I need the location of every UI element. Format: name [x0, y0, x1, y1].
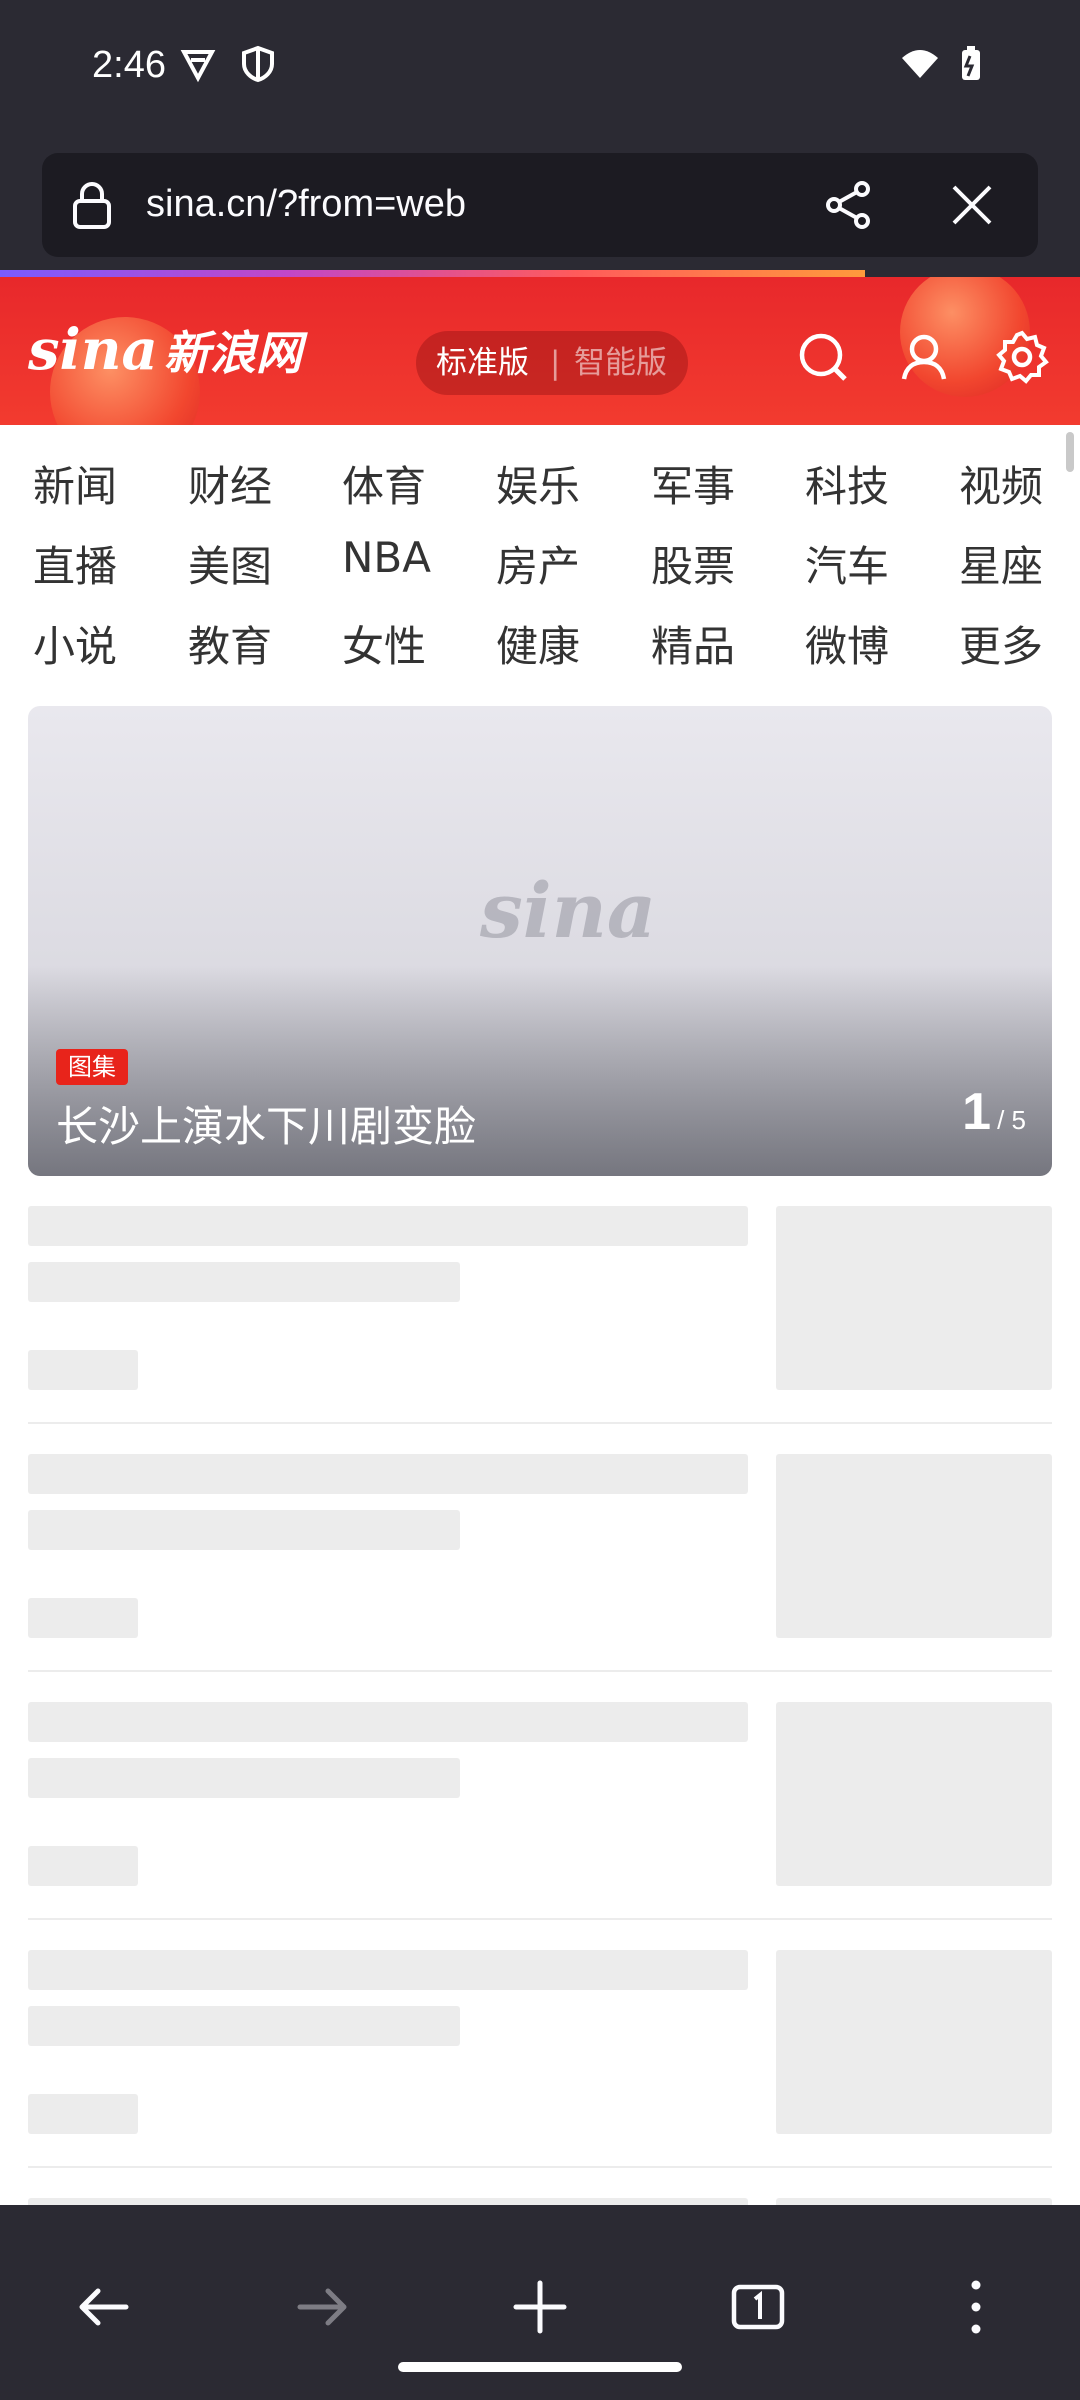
- share-icon[interactable]: [822, 179, 874, 231]
- nav-item-news[interactable]: 新闻: [33, 453, 173, 514]
- hero-title[interactable]: 长沙上演水下川剧变脸: [56, 1093, 476, 1154]
- close-icon[interactable]: [948, 181, 996, 229]
- nav-item-video[interactable]: 视频: [959, 453, 1080, 514]
- tabs-icon[interactable]: [726, 2275, 790, 2339]
- wifi-icon: [902, 50, 938, 78]
- new-tab-icon[interactable]: [508, 2275, 572, 2339]
- page-total: / 5: [997, 1105, 1026, 1135]
- status-bar: 2:46: [0, 0, 1080, 140]
- nav-item-tech[interactable]: 科技: [805, 453, 945, 514]
- sina-watermark: sina: [480, 866, 657, 955]
- nav-item-weibo[interactable]: 微博: [805, 613, 945, 674]
- lock-icon[interactable]: [70, 181, 114, 231]
- scrollbar[interactable]: [1066, 432, 1074, 472]
- page-current: 1: [962, 1083, 992, 1141]
- menu-icon[interactable]: [944, 2275, 1008, 2339]
- nav-item-stocks[interactable]: 股票: [651, 533, 791, 594]
- forward-icon[interactable]: [290, 2275, 354, 2339]
- nav-item-featured[interactable]: 精品: [651, 613, 791, 674]
- nav-item-auto[interactable]: 汽车: [805, 533, 945, 594]
- nav-item-live[interactable]: 直播: [33, 533, 173, 594]
- settings-icon[interactable]: [994, 329, 1050, 385]
- home-indicator[interactable]: [398, 2362, 682, 2372]
- nav-item-astrology[interactable]: 星座: [959, 533, 1080, 594]
- nav-item-education[interactable]: 教育: [188, 613, 328, 674]
- status-time: 2:46: [92, 44, 166, 86]
- page-load-progress: [0, 270, 865, 277]
- nav-item-health[interactable]: 健康: [496, 613, 636, 674]
- back-icon[interactable]: [72, 2275, 136, 2339]
- hero-gallery-card[interactable]: sina 图集 长沙上演水下川剧变脸 1/ 5: [28, 706, 1052, 1176]
- shield-icon: [242, 45, 274, 83]
- sina-header: sina 新浪网 标准版 | 智能版: [0, 277, 1080, 425]
- nav-item-house[interactable]: 房产: [496, 533, 636, 594]
- nav-item-novel[interactable]: 小说: [33, 613, 173, 674]
- battery-icon: [962, 46, 980, 80]
- version-switch[interactable]: 标准版 | 智能版: [416, 331, 688, 395]
- version-separator: |: [550, 345, 561, 381]
- url-text[interactable]: sina.cn/?from=web: [146, 183, 466, 226]
- gallery-tag: 图集: [56, 1049, 128, 1085]
- nav-item-photos[interactable]: 美图: [188, 533, 328, 594]
- version-smart[interactable]: 智能版: [574, 331, 667, 395]
- browser-toolbar-top: sina.cn/?from=web: [0, 140, 1080, 270]
- search-icon[interactable]: [795, 329, 851, 385]
- nav-item-sports[interactable]: 体育: [342, 453, 482, 514]
- sina-logo[interactable]: sina 新浪网: [28, 317, 302, 383]
- nav-item-nba[interactable]: NBA: [342, 533, 482, 582]
- user-icon[interactable]: [896, 329, 952, 385]
- nav-item-finance[interactable]: 财经: [188, 453, 328, 514]
- nav-item-military[interactable]: 军事: [651, 453, 791, 514]
- gallery-page-indicator: 1/ 5: [962, 1082, 1026, 1142]
- nav-item-entertainment[interactable]: 娱乐: [496, 453, 636, 514]
- version-standard[interactable]: 标准版: [436, 331, 529, 395]
- nav-item-more[interactable]: 更多: [959, 613, 1080, 674]
- vpn-key-icon: [180, 50, 216, 83]
- nav-item-women[interactable]: 女性: [342, 613, 482, 674]
- url-bar[interactable]: sina.cn/?from=web: [42, 153, 1038, 257]
